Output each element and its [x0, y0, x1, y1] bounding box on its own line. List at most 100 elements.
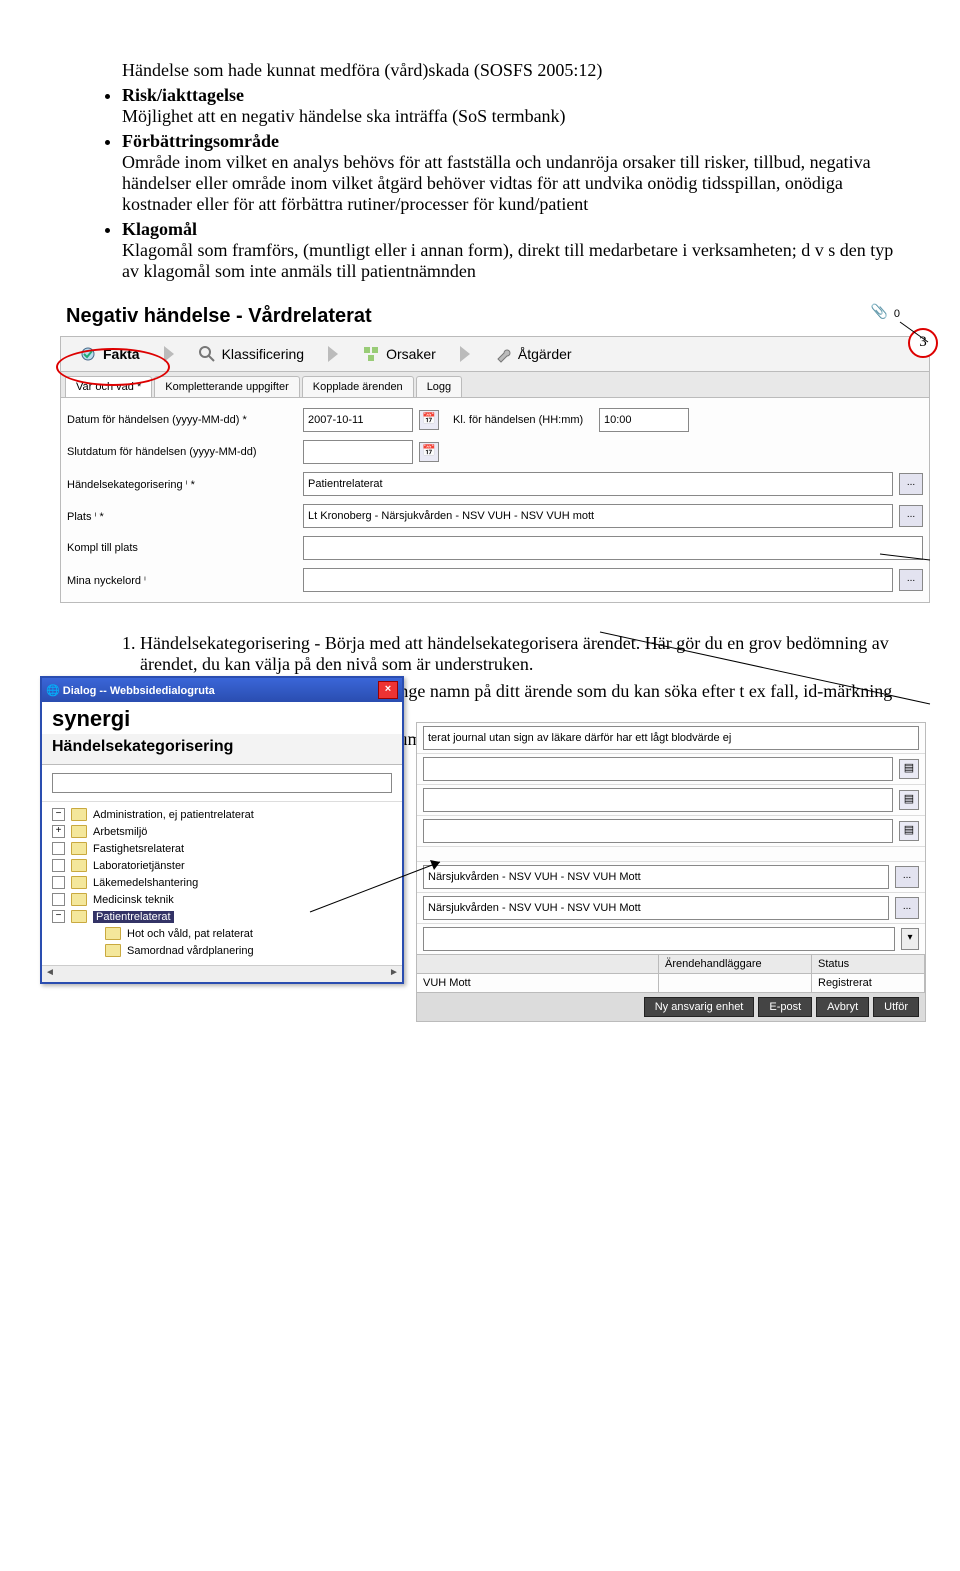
calendar-icon[interactable]: 📅	[419, 442, 439, 462]
cell-unit3: VUH Mott	[417, 974, 659, 992]
tab-klass-label: Klassificering	[222, 346, 304, 362]
msg-field[interactable]	[423, 726, 919, 750]
expand-icon[interactable]: −	[52, 808, 65, 821]
tab-atgarder[interactable]: Åtgärder	[484, 343, 582, 365]
btn-avbryt[interactable]: Avbryt	[816, 997, 869, 1017]
category-dialog: 🌐 Dialog -- Webbsidedialogruta × synergi…	[40, 676, 404, 984]
expand-icon[interactable]: +	[52, 825, 65, 838]
tab-klassificering[interactable]: Klassificering	[188, 343, 314, 365]
tree-node[interactable]: − Administration, ej patientrelaterat	[52, 806, 392, 823]
dialog-search-input[interactable]	[52, 773, 392, 793]
dialog-titlebar[interactable]: 🌐 Dialog -- Webbsidedialogruta ×	[42, 678, 402, 702]
input-enddate[interactable]	[303, 440, 413, 464]
scroll-right-icon[interactable]: ►	[386, 966, 402, 982]
note-icon[interactable]: ▤	[899, 821, 919, 841]
expand-icon[interactable]	[52, 893, 65, 906]
dialog-h-scrollbar[interactable]: ◄ ►	[42, 965, 402, 982]
note-icon[interactable]: ▤	[899, 790, 919, 810]
expand-icon[interactable]	[52, 859, 65, 872]
col-status: Status	[812, 955, 925, 973]
eye-check-icon	[79, 345, 97, 363]
subtab-varochvad[interactable]: Var och vad *	[65, 376, 152, 397]
label-enddate: Slutdatum för händelsen (yyyy-MM-dd)	[67, 446, 297, 458]
tree-node[interactable]: −Patientrelaterat	[52, 908, 392, 925]
tree-node[interactable]: Medicinsk teknik	[52, 891, 392, 908]
picker-button[interactable]: ...	[899, 569, 923, 591]
label-date: Datum för händelsen (yyyy-MM-dd) *	[67, 414, 297, 426]
term-klagomal-desc: Klagomål som framförs, (muntligt eller i…	[122, 240, 893, 281]
blank-field[interactable]	[423, 757, 893, 781]
expand-icon[interactable]: −	[52, 910, 65, 923]
input-time[interactable]	[599, 408, 689, 432]
label-kompl: Kompl till plats	[67, 542, 297, 554]
input-plats[interactable]	[303, 504, 893, 528]
tree-node-label: Administration, ej patientrelaterat	[93, 809, 254, 821]
folder-icon	[105, 944, 121, 957]
annotation-badge-3: 3	[908, 328, 938, 358]
ie-icon: 🌐	[46, 685, 60, 697]
blank-field[interactable]	[423, 819, 893, 843]
tree-node-label: Laboratorietjänster	[93, 860, 185, 872]
input-category[interactable]	[303, 472, 893, 496]
label-plats: Plats ⁱ *	[67, 510, 297, 523]
picker-button[interactable]: ...	[899, 473, 923, 495]
tab-separator-icon	[460, 346, 470, 362]
cell-status-val: Registrerat	[812, 974, 925, 992]
input-date[interactable]	[303, 408, 413, 432]
dialog-title-text: 🌐 Dialog -- Webbsidedialogruta	[46, 684, 215, 697]
form-title: Negativ händelse - Vårdrelaterat	[60, 302, 930, 336]
btn-utfor[interactable]: Utför	[873, 997, 919, 1017]
attachment-icon[interactable]: 📎	[871, 304, 888, 321]
subtab-komplet[interactable]: Kompletterande uppgifter	[154, 376, 300, 397]
input-kompl[interactable]	[303, 536, 923, 560]
term-klagomal: Klagomål	[122, 219, 197, 239]
definitions-list: Risk/iakttagelse Möjlighet att en negati…	[100, 85, 900, 282]
tree-node[interactable]: +Arbetsmiljö	[52, 823, 392, 840]
tree-node[interactable]: Fastighetsrelaterat	[52, 840, 392, 857]
label-time: Kl. för händelsen (HH:mm)	[453, 414, 593, 426]
tab-separator-icon	[328, 346, 338, 362]
right-panel: ▤ ▤ ▤ ... ... ▾ Ärendehandläggare Status…	[416, 722, 926, 1022]
dropdown-icon[interactable]: ▾	[901, 928, 919, 950]
tab-orsaker[interactable]: Orsaker	[352, 343, 446, 365]
folder-icon	[71, 825, 87, 838]
blank-field[interactable]	[423, 788, 893, 812]
scroll-left-icon[interactable]: ◄	[42, 966, 58, 982]
tree-node[interactable]: Hot och våld, pat relaterat	[52, 925, 392, 942]
tree-node[interactable]: Laboratorietjänster	[52, 857, 392, 874]
label-nyckel: Mina nyckelord ⁱ	[67, 574, 297, 587]
tree-node-label: Fastighetsrelaterat	[93, 843, 184, 855]
folder-icon	[71, 842, 87, 855]
btn-ny-enhet[interactable]: Ny ansvarig enhet	[644, 997, 755, 1017]
subtab-kopplade[interactable]: Kopplade ärenden	[302, 376, 414, 397]
form-body: Datum för händelsen (yyyy-MM-dd) * 📅 Kl.…	[60, 397, 930, 603]
tree-node[interactable]: Läkemedelshantering	[52, 874, 392, 891]
expand-icon[interactable]	[52, 876, 65, 889]
unit-field-2[interactable]	[423, 896, 889, 920]
close-icon[interactable]: ×	[378, 681, 398, 699]
picker-button[interactable]: ...	[895, 866, 919, 888]
col-arende: Ärendehandläggare	[659, 955, 812, 973]
tree-node-label: Läkemedelshantering	[93, 877, 198, 889]
note-icon[interactable]: ▤	[899, 759, 919, 779]
application-screenshot: Negativ händelse - Vårdrelaterat 📎 0 Fak…	[60, 302, 930, 603]
intro-line: Händelse som hade kunnat medföra (vård)s…	[122, 60, 900, 81]
picker-button[interactable]: ...	[895, 897, 919, 919]
folder-icon	[71, 893, 87, 906]
unit-field-1[interactable]	[423, 865, 889, 889]
picker-button[interactable]: ...	[899, 505, 923, 527]
folder-icon	[71, 808, 87, 821]
calendar-icon[interactable]: 📅	[419, 410, 439, 430]
btn-epost[interactable]: E-post	[758, 997, 812, 1017]
step-1: Händelsekategorisering - Börja med att h…	[140, 633, 900, 675]
folder-icon	[71, 876, 87, 889]
main-tab-row: Fakta Klassificering Orsaker Åtgärder	[60, 336, 930, 372]
input-nyckel[interactable]	[303, 568, 893, 592]
col-empty	[417, 955, 659, 973]
expand-icon[interactable]	[52, 842, 65, 855]
tab-fakta[interactable]: Fakta	[69, 343, 150, 365]
blank-field[interactable]	[423, 927, 895, 951]
subtab-logg[interactable]: Logg	[416, 376, 462, 397]
tree-node[interactable]: Samordnad vårdplanering	[52, 942, 392, 959]
dialog-brand: synergi	[42, 702, 402, 734]
